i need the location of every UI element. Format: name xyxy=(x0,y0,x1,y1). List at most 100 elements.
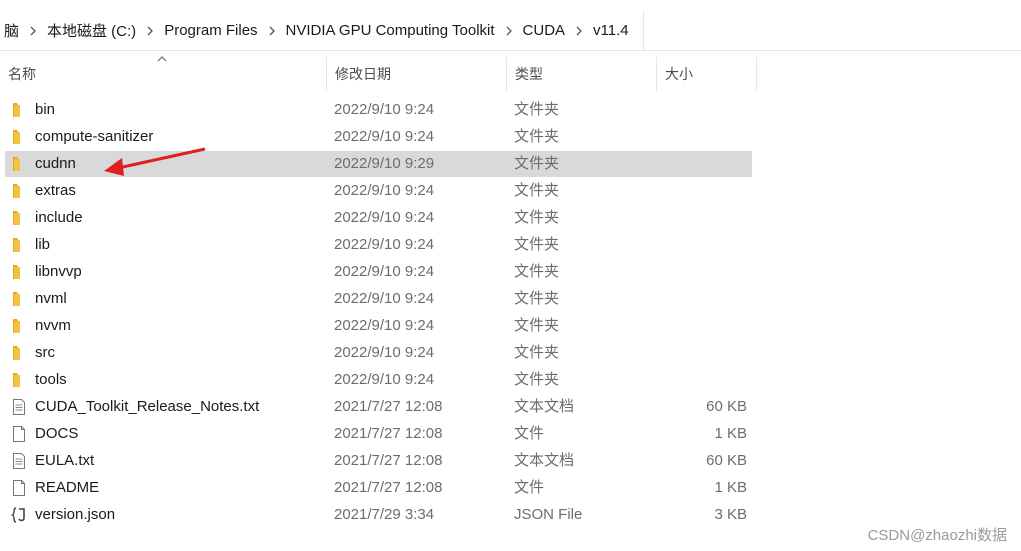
file-row[interactable]: extras 2022/9/10 9:24 文件夹 xyxy=(5,178,752,204)
file-type: 文本文档 xyxy=(514,398,575,415)
file-name: libnvvp xyxy=(35,263,82,280)
file-date: 2022/9/10 9:24 xyxy=(334,263,435,280)
file-date: 2021/7/27 12:08 xyxy=(334,479,443,496)
file-size: 60 KB xyxy=(706,452,747,469)
file-date: 2022/9/10 9:24 xyxy=(334,236,435,253)
file-row[interactable]: libnvvp 2022/9/10 9:24 文件夹 xyxy=(5,259,752,285)
address-bar[interactable]: 脑 本地磁盘 (C:) Program Files NVIDIA GPU Com… xyxy=(0,11,1021,51)
file-name: CUDA_Toolkit_Release_Notes.txt xyxy=(35,398,260,415)
file-date: 2022/9/10 9:24 xyxy=(334,182,435,199)
file-name: nvml xyxy=(35,290,67,307)
file-date: 2022/9/10 9:24 xyxy=(334,101,435,118)
watermark: CSDN@zhaozhi数据 xyxy=(867,527,1007,544)
text-file-icon xyxy=(11,398,27,416)
column-headers: 名称 修改日期 类型 大小 xyxy=(0,55,760,93)
blank-file-icon xyxy=(11,479,27,497)
column-header-name[interactable]: 名称 xyxy=(0,55,326,93)
file-type: 文件 xyxy=(514,425,545,442)
file-type: 文件夹 xyxy=(514,128,560,145)
breadcrumb-item-local-disk[interactable]: 本地磁盘 (C:) xyxy=(43,20,140,41)
file-date: 2022/9/10 9:24 xyxy=(334,371,435,388)
column-header-date[interactable]: 修改日期 xyxy=(327,55,506,93)
file-type: 文件 xyxy=(514,479,545,496)
chevron-right-icon[interactable] xyxy=(499,26,519,36)
folder-icon xyxy=(11,371,27,389)
file-row[interactable]: lib 2022/9/10 9:24 文件夹 xyxy=(5,232,752,258)
json-file-icon xyxy=(10,506,27,524)
file-name: extras xyxy=(35,182,76,199)
text-file-icon xyxy=(11,452,27,470)
file-type: 文件夹 xyxy=(514,263,560,280)
file-name: EULA.txt xyxy=(35,452,95,469)
file-row[interactable]: bin 2022/9/10 9:24 文件夹 xyxy=(5,97,752,123)
blank-file-icon xyxy=(11,425,27,443)
file-date: 2021/7/27 12:08 xyxy=(334,398,443,415)
breadcrumb-item-nvidia-toolkit[interactable]: NVIDIA GPU Computing Toolkit xyxy=(282,22,499,39)
folder-icon xyxy=(11,290,27,308)
file-date: 2022/9/10 9:24 xyxy=(334,344,435,361)
file-type: 文件夹 xyxy=(514,209,560,226)
folder-icon xyxy=(11,344,27,362)
column-header-size[interactable]: 大小 xyxy=(657,55,756,93)
file-name: tools xyxy=(35,371,67,388)
file-size: 3 KB xyxy=(714,506,747,523)
file-row[interactable]: src 2022/9/10 9:24 文件夹 xyxy=(5,340,752,366)
chevron-right-icon[interactable] xyxy=(262,26,282,36)
breadcrumb: 脑 本地磁盘 (C:) Program Files NVIDIA GPU Com… xyxy=(0,11,644,50)
file-name: cudnn xyxy=(35,155,76,172)
file-size: 1 KB xyxy=(714,479,747,496)
file-row[interactable]: tools 2022/9/10 9:24 文件夹 xyxy=(5,367,752,393)
breadcrumb-item-cuda[interactable]: CUDA xyxy=(519,22,570,39)
folder-icon xyxy=(11,209,27,227)
file-type: JSON File xyxy=(514,506,583,523)
column-header-type[interactable]: 类型 xyxy=(507,55,656,93)
file-type: 文件夹 xyxy=(514,371,560,388)
chevron-right-icon[interactable] xyxy=(23,26,43,36)
file-name: version.json xyxy=(35,506,116,523)
chevron-right-icon[interactable] xyxy=(569,26,589,36)
folder-icon xyxy=(11,101,27,119)
folder-icon xyxy=(11,263,27,281)
file-row[interactable]: compute-sanitizer 2022/9/10 9:24 文件夹 xyxy=(5,124,752,150)
file-size: 1 KB xyxy=(714,425,747,442)
column-divider[interactable] xyxy=(756,57,757,91)
file-row[interactable]: README 2021/7/27 12:08 文件 1 KB xyxy=(5,475,752,501)
file-row[interactable]: nvvm 2022/9/10 9:24 文件夹 xyxy=(5,313,752,339)
file-type: 文件夹 xyxy=(514,344,560,361)
file-type: 文件夹 xyxy=(514,101,560,118)
file-type: 文件夹 xyxy=(514,290,560,307)
file-row[interactable]: nvml 2022/9/10 9:24 文件夹 xyxy=(5,286,752,312)
file-row[interactable]: DOCS 2021/7/27 12:08 文件 1 KB xyxy=(5,421,752,447)
file-name: README xyxy=(35,479,100,496)
breadcrumb-item-program-files[interactable]: Program Files xyxy=(160,22,261,39)
file-type: 文件夹 xyxy=(514,182,560,199)
file-name: DOCS xyxy=(35,425,79,442)
file-name: src xyxy=(35,344,55,361)
file-type: 文件夹 xyxy=(514,236,560,253)
folder-icon xyxy=(11,236,27,254)
breadcrumb-item-version[interactable]: v11.4 xyxy=(589,22,633,39)
file-date: 2022/9/10 9:24 xyxy=(334,128,435,145)
file-name: bin xyxy=(35,101,56,118)
file-date: 2021/7/27 12:08 xyxy=(334,425,443,442)
file-size: 60 KB xyxy=(706,398,747,415)
chevron-right-icon[interactable] xyxy=(140,26,160,36)
folder-icon xyxy=(11,182,27,200)
file-row[interactable]: version.json 2021/7/29 3:34 JSON File 3 KB xyxy=(5,502,752,528)
breadcrumb-item-computer[interactable]: 脑 xyxy=(0,20,23,41)
folder-icon xyxy=(11,155,27,173)
file-row[interactable]: CUDA_Toolkit_Release_Notes.txt 2021/7/27 … xyxy=(5,394,752,420)
file-date: 2022/9/10 9:29 xyxy=(334,155,435,172)
file-name: compute-sanitizer xyxy=(35,128,154,145)
file-date: 2022/9/10 9:24 xyxy=(334,209,435,226)
file-date: 2022/9/10 9:24 xyxy=(334,290,435,307)
file-row[interactable]: cudnn 2022/9/10 9:29 文件夹 xyxy=(5,151,752,177)
file-name: nvvm xyxy=(35,317,71,334)
file-type: 文本文档 xyxy=(514,452,575,469)
file-row[interactable]: EULA.txt 2021/7/27 12:08 文本文档 60 KB xyxy=(5,448,752,474)
file-row[interactable]: include 2022/9/10 9:24 文件夹 xyxy=(5,205,752,231)
file-type: 文件夹 xyxy=(514,317,560,334)
folder-icon xyxy=(11,128,27,146)
file-date: 2021/7/29 3:34 xyxy=(334,506,435,523)
file-type: 文件夹 xyxy=(514,155,560,172)
